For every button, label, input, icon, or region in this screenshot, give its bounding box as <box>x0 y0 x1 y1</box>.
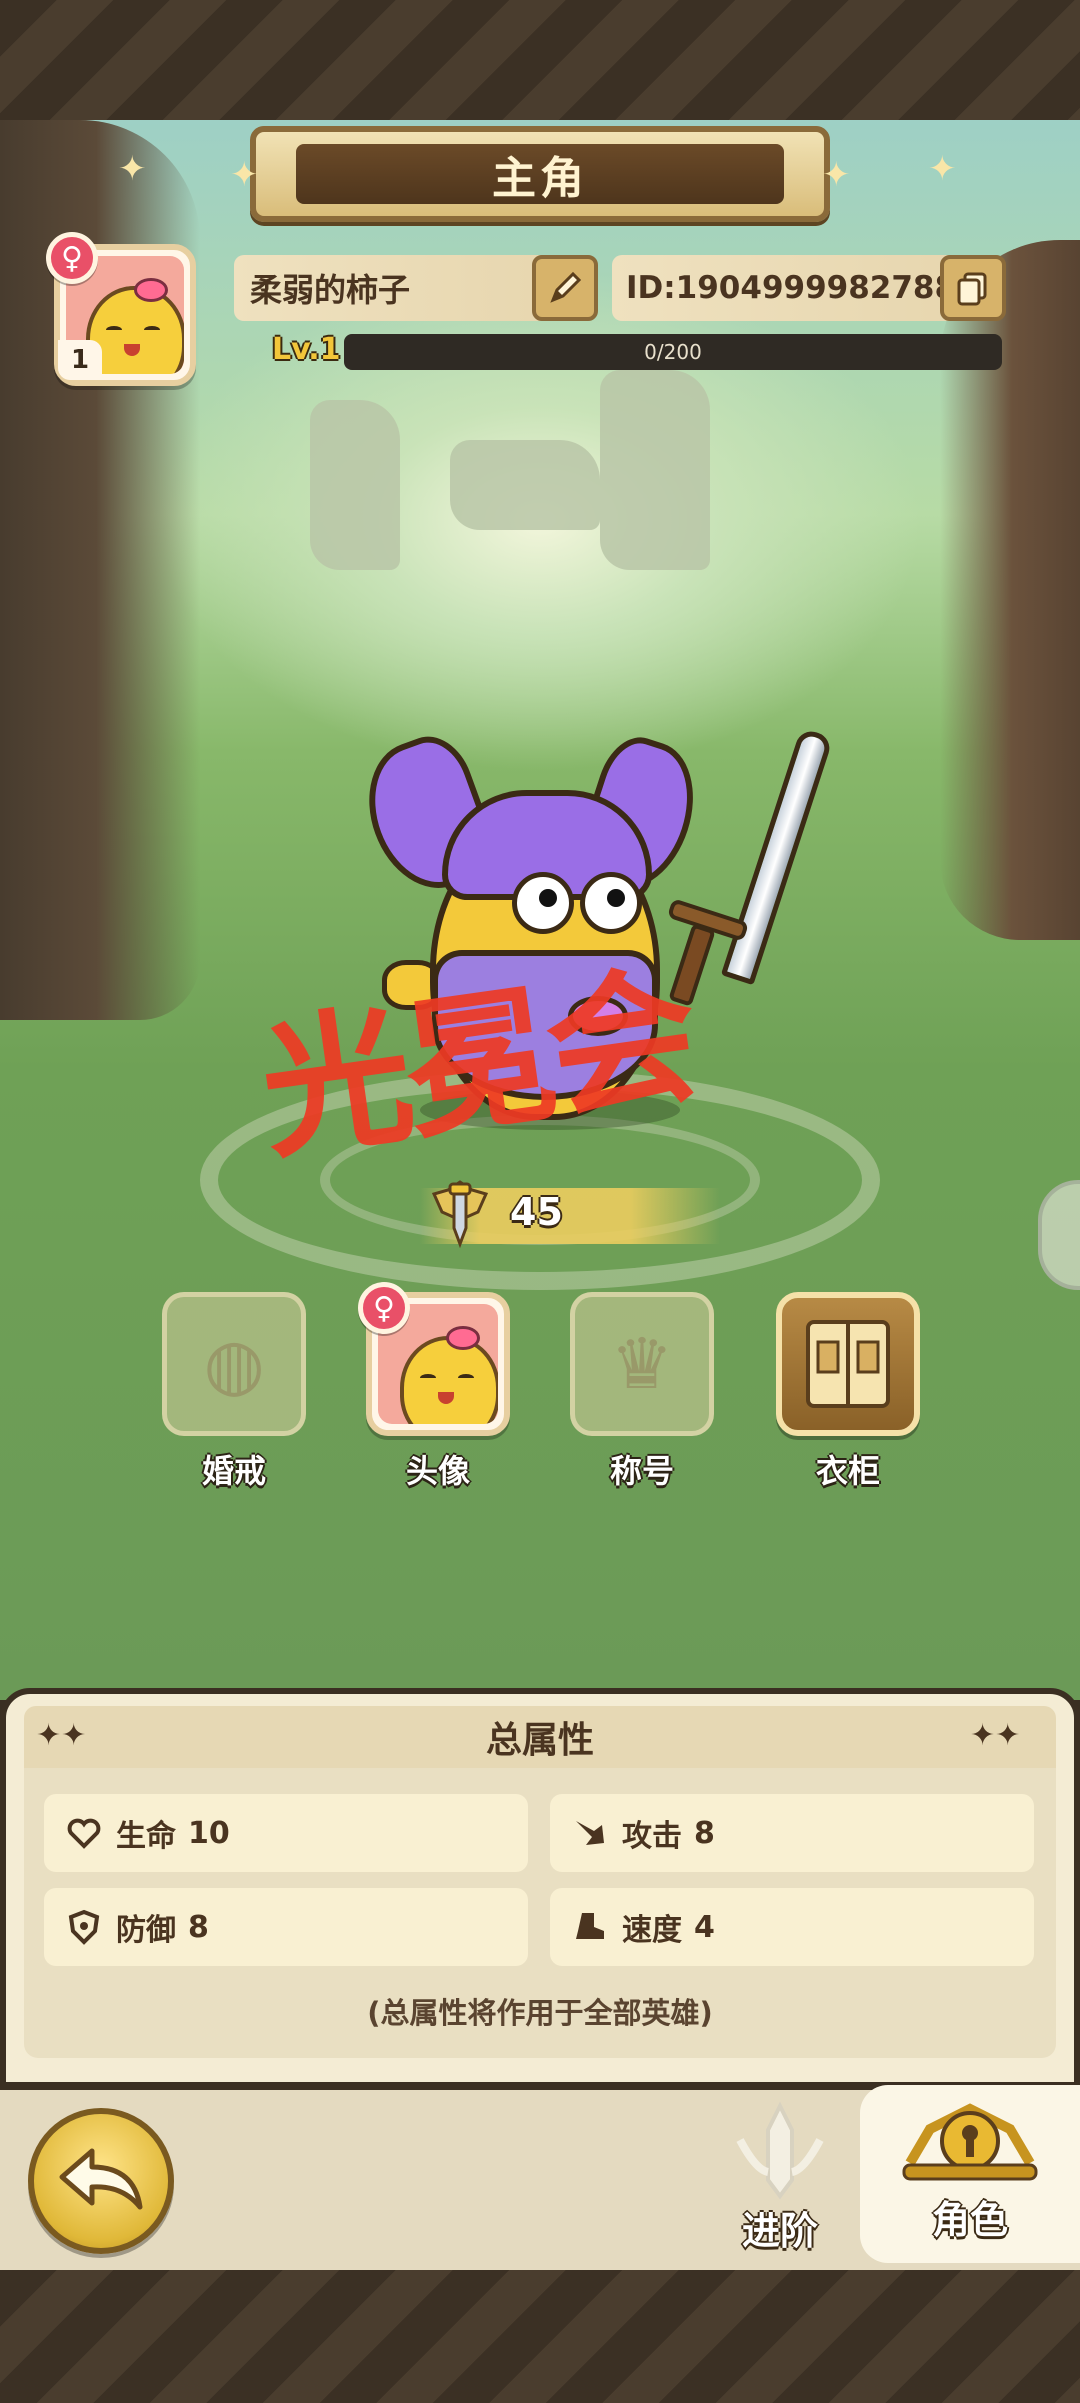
rock <box>450 440 600 530</box>
hero-eye <box>580 872 642 934</box>
title-banner: 主角 <box>250 126 830 222</box>
stat-label: 速度 <box>622 1913 682 1948</box>
nav-role[interactable]: 角色 <box>860 2085 1080 2263</box>
stat-value: 8 <box>188 1909 209 1945</box>
copy-id-button[interactable] <box>940 255 1006 321</box>
stats-panel-header: 总属性 <box>24 1706 1056 1768</box>
stat-label: 攻击 <box>622 1819 682 1854</box>
page-title: 主角 <box>492 153 588 204</box>
crown-icon: ♛ <box>610 1323 674 1405</box>
wardrobe-button[interactable] <box>776 1292 920 1436</box>
sparkle-icon: ✦ <box>230 155 259 195</box>
exp-bar: 0/200 <box>344 334 1002 370</box>
sparkle-icon: ✦✦ <box>970 1718 1021 1753</box>
bow-icon <box>446 1326 480 1350</box>
female-icon: ♀ <box>46 232 98 284</box>
back-button[interactable] <box>28 2108 174 2254</box>
hero-pupil <box>539 889 557 907</box>
power-value: 45 <box>510 1190 563 1234</box>
rock <box>600 370 710 570</box>
sparkle-icon: ✦ <box>118 149 147 189</box>
stat-label: 防御 <box>116 1913 176 1948</box>
stat-value: 10 <box>188 1815 230 1851</box>
avatar-label: 头像 <box>405 1452 470 1490</box>
player-name-text: 柔弱的柿子 <box>250 271 411 309</box>
nav-advance[interactable]: 进阶 <box>700 2100 860 2260</box>
title-plate: 主角 <box>296 144 784 204</box>
ring-button[interactable]: ◍ <box>162 1292 306 1436</box>
eye <box>106 326 122 334</box>
edit-name-button[interactable] <box>532 255 598 321</box>
hero-pupil <box>607 889 625 907</box>
sparkle-icon: ✦ <box>822 155 851 195</box>
heart-icon <box>64 1813 104 1853</box>
title-label: 称号 <box>609 1452 674 1490</box>
top-frame <box>0 0 1080 125</box>
wardrobe-label: 衣柜 <box>815 1452 880 1490</box>
stat-speed: 速度 4 <box>550 1888 1034 1966</box>
stats-note: (总属性将作用于全部英雄) <box>367 1996 713 2030</box>
eye <box>458 1374 474 1382</box>
exp-text: 0/200 <box>644 340 702 364</box>
pencil-icon <box>550 271 582 303</box>
potato-character <box>400 1336 498 1424</box>
rock <box>310 400 400 570</box>
advance-icon <box>736 2101 824 2200</box>
shield-icon <box>64 1907 104 1947</box>
boot-icon <box>570 1907 610 1947</box>
ring-label: 婚戒 <box>201 1452 266 1490</box>
bottom-frame <box>0 2270 1080 2403</box>
nav-role-label: 角色 <box>931 2198 1008 2242</box>
eye <box>420 1374 436 1382</box>
female-icon: ♀ <box>358 1282 410 1334</box>
role-icon <box>902 2103 1038 2181</box>
stat-value: 4 <box>694 1909 715 1945</box>
stats-panel-title: 总属性 <box>485 1720 594 1761</box>
sparkle-icon: ✦✦ <box>36 1718 87 1753</box>
power-sword-icon <box>431 1180 489 1249</box>
bow-icon <box>134 278 168 302</box>
stat-attack: 攻击 8 <box>550 1794 1034 1872</box>
sparkle-icon: ✦ <box>928 149 957 189</box>
nav-advance-label: 进阶 <box>741 2209 818 2253</box>
stat-hp: 生命 10 <box>44 1794 528 1872</box>
title-button[interactable]: ♛ <box>570 1292 714 1436</box>
attack-icon <box>570 1813 610 1853</box>
avatar-level-badge: 1 <box>58 340 102 380</box>
copy-icon <box>957 272 987 306</box>
player-id-text: ID:1904999982788 <box>626 270 957 306</box>
stat-value: 8 <box>694 1815 715 1851</box>
back-arrow-icon <box>59 2148 143 2210</box>
stat-label: 生命 <box>116 1819 176 1854</box>
ring-icon: ◍ <box>203 1323 265 1405</box>
wardrobe-icon <box>806 1320 890 1408</box>
level-label: Lv.1 <box>272 332 341 367</box>
stat-defense: 防御 8 <box>44 1888 528 1966</box>
eye <box>144 326 160 334</box>
hero-eye <box>512 872 574 934</box>
